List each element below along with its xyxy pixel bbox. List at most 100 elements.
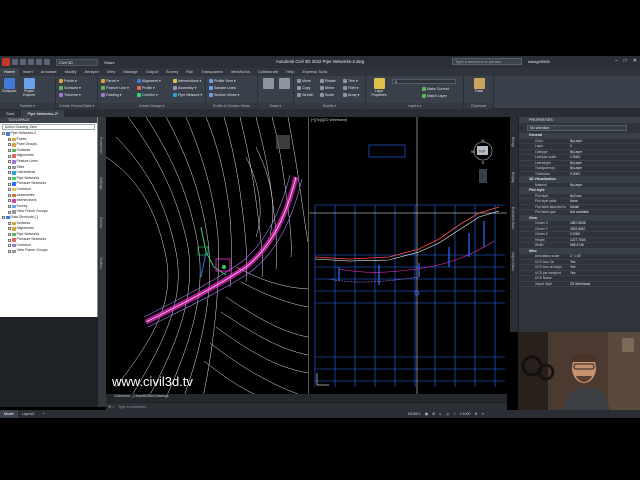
modify-array-button[interactable]: Array ▾ bbox=[343, 93, 359, 97]
design-tool-pipe-network[interactable]: Pipe Network ▾ bbox=[173, 93, 202, 97]
property-value[interactable]: Yes bbox=[569, 271, 640, 276]
tab-start[interactable]: Start bbox=[0, 110, 21, 117]
nav-bar[interactable] bbox=[479, 169, 487, 183]
property-value[interactable]: 1.0000 bbox=[569, 155, 640, 160]
osnap-icon[interactable]: □ bbox=[453, 410, 455, 418]
modify-stretch-button[interactable]: Stretch bbox=[297, 93, 313, 97]
design-tool-corridor[interactable]: Corridor ▾ bbox=[137, 93, 158, 97]
property-value[interactable]: None bbox=[569, 199, 640, 204]
user-name[interactable]: kaleigh9508 bbox=[528, 59, 550, 64]
line-button[interactable] bbox=[261, 78, 275, 90]
property-value[interactable]: 1" = 40' bbox=[569, 254, 640, 259]
design-tool-alignment[interactable]: Alignment ▾ bbox=[137, 79, 161, 83]
property-value[interactable]: 1227.7004 bbox=[569, 238, 640, 243]
command-line[interactable]: ✕ › Type a command bbox=[106, 402, 507, 410]
minimize-icon[interactable]: – bbox=[615, 58, 618, 64]
expand-toggle-icon[interactable] bbox=[8, 244, 11, 248]
expand-toggle-icon[interactable] bbox=[8, 171, 11, 175]
modify-trim-button[interactable]: Trim ▾ bbox=[343, 79, 358, 83]
new-icon[interactable] bbox=[12, 59, 18, 65]
expand-toggle-icon[interactable] bbox=[8, 154, 11, 158]
save-icon[interactable] bbox=[28, 59, 34, 65]
project-explorer-button[interactable]: Project Explorer bbox=[20, 78, 38, 97]
tab-insert[interactable]: Insert bbox=[19, 68, 37, 76]
app-menu-icon[interactable] bbox=[2, 58, 10, 66]
toolspace-button[interactable]: Toolspace bbox=[2, 78, 16, 94]
workspace-dropdown[interactable]: Civil 3D bbox=[56, 58, 98, 66]
tab-analyze[interactable]: Analyze bbox=[80, 68, 102, 76]
expand-toggle-icon[interactable] bbox=[8, 221, 11, 225]
tab-modify[interactable]: Modify bbox=[61, 68, 81, 76]
snap-icon[interactable]: ⊞ bbox=[432, 410, 435, 418]
share-button[interactable]: Share bbox=[104, 60, 115, 65]
redo-icon[interactable] bbox=[44, 59, 50, 65]
tab-drawing[interactable]: Pipe Networks-2* bbox=[21, 110, 65, 117]
annotation-scale[interactable]: 1:1000 bbox=[460, 410, 471, 418]
modify-rotate-button[interactable]: Rotate bbox=[320, 79, 336, 83]
property-value[interactable]: ByLayer bbox=[569, 150, 640, 155]
layer-properties-button[interactable]: Layer Properties bbox=[370, 78, 388, 97]
property-row[interactable]: Visual Style 2D Wireframe bbox=[519, 282, 640, 287]
tab-model[interactable]: Model bbox=[0, 410, 18, 418]
expand-toggle-icon[interactable] bbox=[8, 232, 11, 236]
model-space-toggle[interactable]: MODEL bbox=[408, 410, 421, 418]
expand-toggle-icon[interactable] bbox=[8, 210, 11, 214]
tab-prospector[interactable]: Prospector bbox=[99, 137, 103, 154]
traverse-button[interactable]: Traverse ▾ bbox=[59, 93, 81, 97]
view-tool-0[interactable]: Profile View ▾ bbox=[209, 79, 236, 83]
design-tool-assembly[interactable]: Assembly ▾ bbox=[173, 86, 196, 90]
expand-toggle-icon[interactable] bbox=[8, 188, 11, 192]
property-value[interactable]: ByLayer bbox=[569, 139, 640, 144]
tab-extended-data[interactable]: Extended Data bbox=[511, 207, 515, 229]
polar-icon[interactable]: ◎ bbox=[446, 410, 449, 418]
view-dropdown[interactable]: Active Drawing View bbox=[2, 124, 95, 130]
modify-scale-button[interactable]: Scale bbox=[320, 93, 334, 97]
expand-toggle-icon[interactable] bbox=[8, 149, 11, 153]
tab-collaborate[interactable]: Collaborate bbox=[254, 68, 282, 76]
tab-output[interactable]: Output bbox=[142, 68, 162, 76]
property-value[interactable]: ByColor bbox=[569, 194, 640, 199]
property-value[interactable]: 868.4746 bbox=[569, 243, 640, 248]
tab-infraworks[interactable]: InfraWorks bbox=[227, 68, 254, 76]
search-input[interactable]: Type a keyword or phrase bbox=[452, 58, 522, 65]
tab-annotate[interactable]: Annotate bbox=[37, 68, 61, 76]
polyline-button[interactable] bbox=[277, 78, 291, 90]
property-value[interactable]: 0.0000 bbox=[569, 172, 640, 177]
tab-help[interactable]: Help bbox=[282, 68, 298, 76]
modify-fillet-button[interactable]: Fillet ▾ bbox=[343, 86, 358, 90]
property-value[interactable]: 2D Wireframe bbox=[569, 282, 640, 287]
design-tool-parcel[interactable]: Parcel ▾ bbox=[101, 79, 119, 83]
expand-toggle-icon[interactable] bbox=[8, 182, 11, 186]
expand-toggle-icon[interactable] bbox=[8, 137, 11, 141]
tab-express-tools[interactable]: Express Tools bbox=[299, 68, 332, 76]
view-cube[interactable]: TOP W S N bbox=[471, 138, 493, 165]
make-current-button[interactable]: Make Current bbox=[422, 87, 449, 91]
design-tool-profile[interactable]: Profile ▾ bbox=[137, 86, 155, 90]
tab-manage[interactable]: Manage bbox=[119, 68, 141, 76]
property-value[interactable]: ByLayer bbox=[569, 166, 640, 171]
tab-design[interactable]: Design bbox=[511, 137, 515, 147]
view-tool-1[interactable]: Sample Lines bbox=[209, 86, 236, 90]
property-value[interactable]: Yes bbox=[569, 260, 640, 265]
expand-toggle-icon[interactable] bbox=[8, 160, 11, 164]
tab-view[interactable]: View bbox=[103, 68, 120, 76]
menu-icon[interactable]: ≡ bbox=[482, 410, 484, 418]
selection-dropdown[interactable]: No selection bbox=[527, 125, 627, 131]
modify-mirror-button[interactable]: Mirror bbox=[320, 86, 334, 90]
tab-settings[interactable]: Settings bbox=[99, 177, 103, 190]
view-tool-2[interactable]: Section Views ▾ bbox=[209, 93, 239, 97]
modify-move-button[interactable]: Move bbox=[297, 79, 311, 83]
points-button[interactable]: Points ▾ bbox=[59, 79, 77, 83]
design-tool-feature-line[interactable]: Feature Line ▾ bbox=[101, 86, 129, 90]
design-tool-intersections[interactable]: Intersections ▾ bbox=[173, 79, 201, 83]
expand-toggle-icon[interactable] bbox=[8, 227, 11, 231]
expand-toggle-icon[interactable] bbox=[2, 132, 5, 136]
tab-home[interactable]: Home bbox=[0, 68, 19, 76]
match-layer-button[interactable]: Match Layer bbox=[422, 94, 447, 98]
add-layout-button[interactable]: + bbox=[39, 410, 49, 418]
expand-toggle-icon[interactable] bbox=[8, 177, 11, 181]
tab-rail[interactable]: Rail bbox=[182, 68, 197, 76]
expand-toggle-icon[interactable] bbox=[8, 205, 11, 209]
expand-toggle-icon[interactable] bbox=[8, 249, 11, 253]
tab-survey[interactable]: Survey bbox=[162, 68, 182, 76]
